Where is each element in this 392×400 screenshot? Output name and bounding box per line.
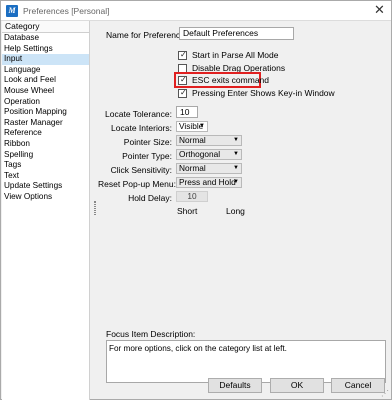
defaults-button[interactable]: Defaults xyxy=(208,378,262,393)
pointer-type-select[interactable]: Orthogonal ▼ xyxy=(176,149,242,160)
category-item-operation[interactable]: Operation xyxy=(2,97,89,108)
pointer-type-label: Pointer Type: xyxy=(122,151,172,161)
category-item-update-settings[interactable]: Update Settings xyxy=(2,181,89,192)
focus-item-description-label: Focus Item Description: xyxy=(106,329,196,339)
pointer-type-value: Orthogonal xyxy=(179,149,221,159)
pointer-size-label: Pointer Size: xyxy=(123,137,172,147)
category-item-input[interactable]: Input xyxy=(2,54,89,65)
input-preferences-panel: Name for Preferences: Default Preference… xyxy=(98,21,391,400)
category-item-position-mapping[interactable]: Position Mapping xyxy=(2,107,89,118)
reset-popup-menu-label: Reset Pop-up Menu: xyxy=(98,179,176,189)
chevron-down-icon: ▼ xyxy=(233,165,239,171)
start-in-parse-all-mode-label: Start in Parse All Mode xyxy=(192,50,279,60)
locate-tolerance-label: Locate Tolerance: xyxy=(105,109,172,119)
click-sensitivity-value: Normal xyxy=(179,163,206,173)
pointer-size-select[interactable]: Normal ▼ xyxy=(176,135,242,146)
category-item-text[interactable]: Text xyxy=(2,171,89,182)
hold-delay-short-label: Short xyxy=(177,206,198,216)
hold-delay-field[interactable]: 10 xyxy=(176,191,208,202)
category-items: Database Help Settings Input Language Lo… xyxy=(2,33,89,203)
resize-grip-icon[interactable]: ⋰ xyxy=(381,389,389,398)
chevron-down-icon: ▼ xyxy=(233,137,239,143)
category-item-mouse-wheel[interactable]: Mouse Wheel xyxy=(2,86,89,97)
category-item-help-settings[interactable]: Help Settings xyxy=(2,44,89,55)
title-bar: M Preferences [Personal] ✕ xyxy=(1,1,391,20)
category-item-raster-manager[interactable]: Raster Manager xyxy=(2,118,89,129)
pressing-enter-shows-keyin-checkbox[interactable]: ✓ xyxy=(178,88,187,98)
microstation-icon: M xyxy=(6,4,18,17)
checkmark-icon: ✓ xyxy=(180,88,187,97)
name-for-preferences-field[interactable]: Default Preferences xyxy=(179,27,294,40)
locate-tolerance-field[interactable]: 10 xyxy=(176,106,198,118)
chevron-down-icon: ▼ xyxy=(233,151,239,157)
category-item-language[interactable]: Language xyxy=(2,65,89,76)
locate-interiors-select[interactable]: Visible ▼ xyxy=(176,121,208,132)
close-icon[interactable]: ✕ xyxy=(372,3,387,18)
chevron-down-icon: ▼ xyxy=(199,123,205,129)
category-item-look-and-feel[interactable]: Look and Feel xyxy=(2,75,89,86)
hold-delay-long-label: Long xyxy=(226,206,245,216)
pointer-size-value: Normal xyxy=(179,135,206,145)
ok-button[interactable]: OK xyxy=(270,378,324,393)
category-item-view-options[interactable]: View Options xyxy=(2,192,89,203)
locate-interiors-label: Locate Interiors: xyxy=(111,123,172,133)
splitter-handle[interactable] xyxy=(94,201,96,215)
click-sensitivity-select[interactable]: Normal ▼ xyxy=(176,163,242,174)
category-item-ribbon[interactable]: Ribbon xyxy=(2,139,89,150)
focus-item-description-box: For more options, click on the category … xyxy=(106,340,386,383)
pressing-enter-shows-keyin-label: Pressing Enter Shows Key-in Window xyxy=(192,88,335,98)
click-sensitivity-label: Click Sensitivity: xyxy=(110,165,172,175)
cancel-button[interactable]: Cancel xyxy=(331,378,385,393)
category-item-database[interactable]: Database xyxy=(2,33,89,44)
esc-exits-command-label: ESC exits command xyxy=(192,75,269,85)
reset-popup-menu-select[interactable]: Press and Hold ▼ xyxy=(176,177,242,188)
chevron-down-icon: ▼ xyxy=(233,179,239,185)
esc-exits-command-checkbox[interactable]: ✓ xyxy=(178,75,187,85)
category-item-reference[interactable]: Reference xyxy=(2,128,89,139)
checkmark-icon: ✓ xyxy=(180,50,187,59)
start-in-parse-all-mode-checkbox[interactable]: ✓ xyxy=(178,50,187,60)
category-list[interactable]: Category Database Help Settings Input La… xyxy=(2,21,90,400)
reset-popup-menu-value: Press and Hold xyxy=(179,177,236,187)
preferences-window: M Preferences [Personal] ✕ Category Data… xyxy=(0,0,392,400)
category-header: Category xyxy=(2,21,89,33)
window-title: Preferences [Personal] xyxy=(23,5,110,16)
category-item-spelling[interactable]: Spelling xyxy=(2,150,89,161)
category-item-tags[interactable]: Tags xyxy=(2,160,89,171)
checkmark-icon: ✓ xyxy=(180,75,187,84)
hold-delay-label: Hold Delay: xyxy=(128,193,172,203)
